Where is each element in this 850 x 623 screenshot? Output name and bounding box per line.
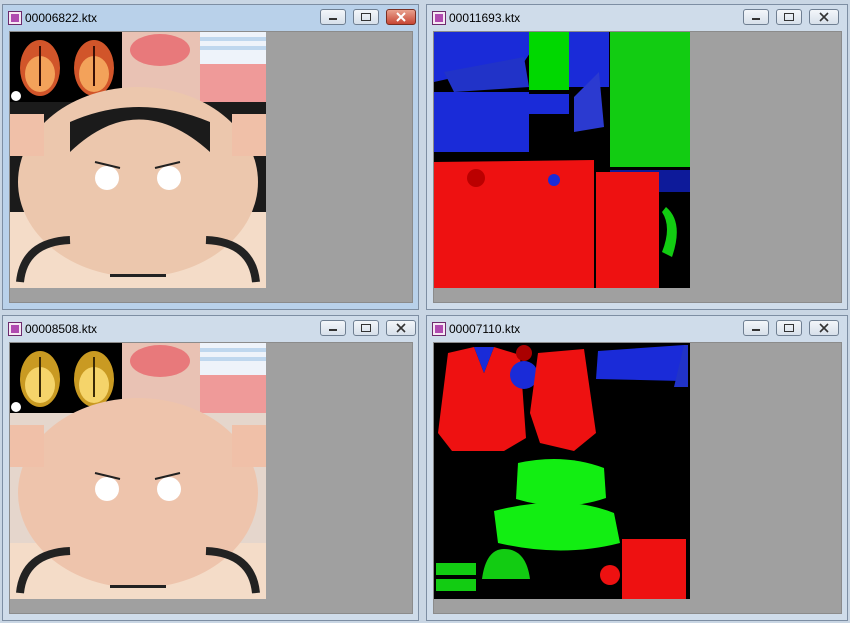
maximize-button[interactable] bbox=[776, 320, 802, 336]
minimize-button[interactable] bbox=[320, 9, 346, 25]
window-title: 00011693.ktx bbox=[449, 11, 521, 25]
titlebar[interactable]: 00006822.ktx bbox=[3, 5, 418, 31]
texture-view[interactable] bbox=[433, 342, 842, 614]
window-title: 00008508.ktx bbox=[25, 322, 98, 336]
maximize-button[interactable] bbox=[353, 9, 379, 25]
close-icon bbox=[819, 323, 829, 333]
maximize-icon bbox=[784, 324, 794, 332]
close-button[interactable] bbox=[809, 320, 839, 336]
texture-view[interactable] bbox=[9, 342, 413, 614]
minimize-icon bbox=[329, 329, 337, 331]
image-file-icon bbox=[432, 11, 446, 25]
close-icon bbox=[819, 12, 829, 22]
minimize-button[interactable] bbox=[743, 320, 769, 336]
window-title: 00007110.ktx bbox=[449, 322, 521, 336]
close-icon bbox=[396, 323, 406, 333]
maximize-icon bbox=[784, 13, 794, 21]
minimize-icon bbox=[752, 18, 760, 20]
minimize-button[interactable] bbox=[320, 320, 346, 336]
titlebar[interactable]: 00011693.ktx bbox=[427, 5, 847, 31]
window-title: 00006822.ktx bbox=[25, 11, 98, 25]
clothing-texture-image bbox=[434, 32, 690, 288]
face-texture-image bbox=[10, 343, 266, 599]
titlebar[interactable]: 00008508.ktx bbox=[3, 316, 418, 342]
texture-view[interactable] bbox=[9, 31, 413, 303]
close-icon bbox=[396, 12, 406, 22]
minimize-icon bbox=[752, 329, 760, 331]
window-00007110[interactable]: 00007110.ktx bbox=[426, 315, 848, 621]
window-00006822[interactable]: 00006822.ktx bbox=[2, 4, 419, 310]
image-file-icon bbox=[432, 322, 446, 336]
maximize-icon bbox=[361, 324, 371, 332]
close-button[interactable] bbox=[809, 9, 839, 25]
image-file-icon bbox=[8, 11, 22, 25]
outfit-texture-image bbox=[434, 343, 690, 599]
window-00008508[interactable]: 00008508.ktx bbox=[2, 315, 419, 621]
texture-view[interactable] bbox=[433, 31, 842, 303]
close-button[interactable] bbox=[386, 320, 416, 336]
window-00011693[interactable]: 00011693.ktx bbox=[426, 4, 848, 310]
maximize-icon bbox=[361, 13, 371, 21]
minimize-button[interactable] bbox=[743, 9, 769, 25]
titlebar[interactable]: 00007110.ktx bbox=[427, 316, 847, 342]
face-texture-image bbox=[10, 32, 266, 288]
maximize-button[interactable] bbox=[776, 9, 802, 25]
image-file-icon bbox=[8, 322, 22, 336]
minimize-icon bbox=[329, 18, 337, 20]
maximize-button[interactable] bbox=[353, 320, 379, 336]
close-button[interactable] bbox=[386, 9, 416, 25]
